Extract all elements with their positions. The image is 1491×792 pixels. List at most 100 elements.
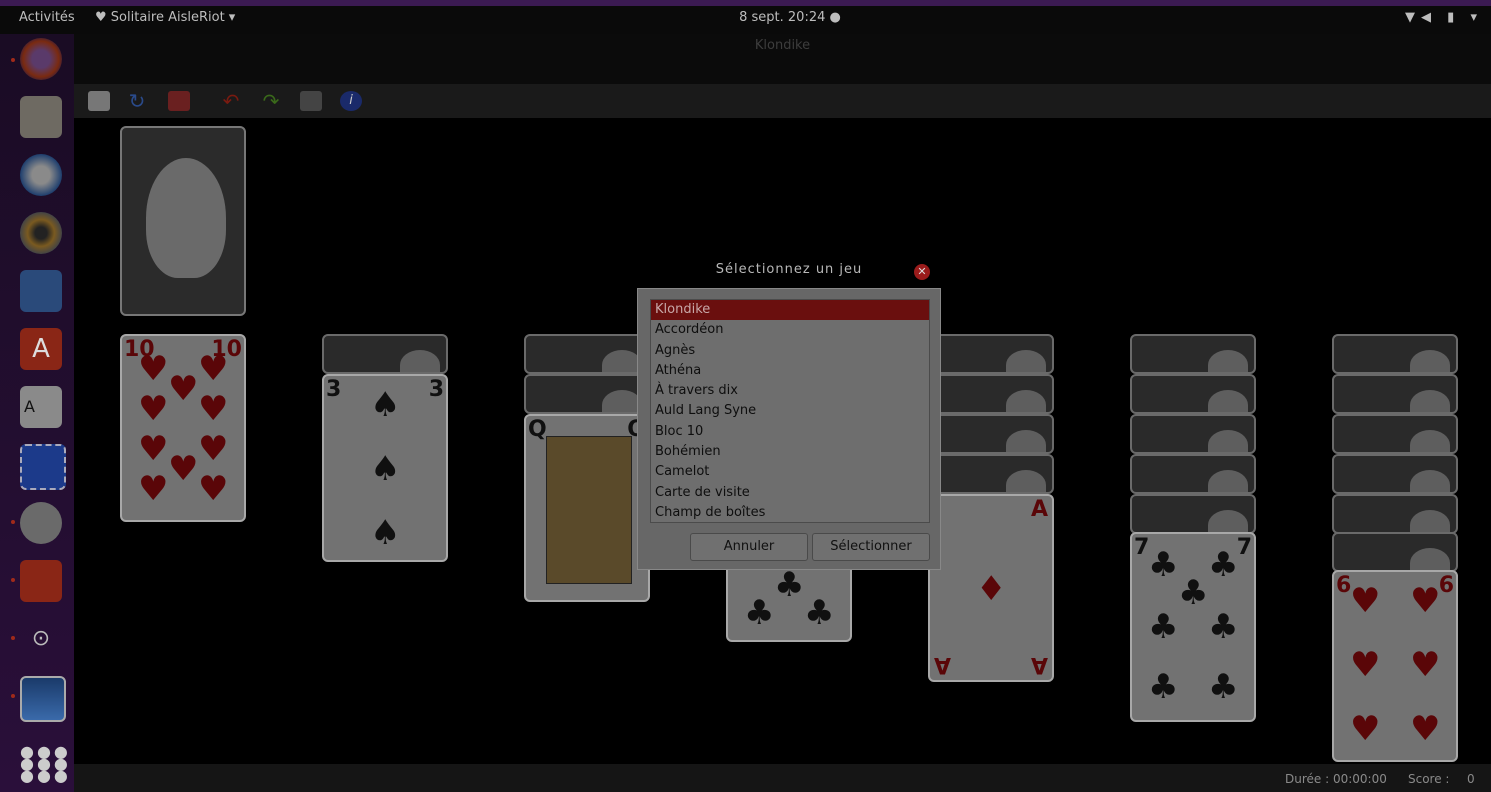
spade-icon: ♠ <box>370 449 401 489</box>
presentation-icon[interactable] <box>20 560 62 602</box>
restart-icon[interactable]: ↻ <box>126 91 148 111</box>
running-indicator <box>11 578 15 582</box>
window-title: Klondike <box>74 34 1491 84</box>
club-icon: ♣ <box>1208 667 1239 707</box>
top-bar: Activités ♥ Solitaire AisleRiot ▾ 8 sept… <box>0 0 1491 34</box>
files-icon[interactable] <box>20 96 62 138</box>
card-rank: A <box>1030 497 1048 522</box>
card-back <box>1130 494 1256 534</box>
select-game-dialog: Klondike Accordéon Agnès Athéna À travers di… <box>637 288 941 570</box>
card-back <box>1332 532 1458 572</box>
diamond-icon: ♦ <box>976 569 1007 609</box>
writer-icon[interactable] <box>20 270 62 312</box>
card-rank: A <box>934 652 952 677</box>
club-icon: ♣ <box>1208 545 1239 585</box>
game-list-item[interactable]: Athéna <box>651 361 929 381</box>
duration-label: Durée : 00:00:00 <box>1285 772 1387 786</box>
tableau-card[interactable]: A ♦ A A <box>928 494 1054 682</box>
game-list-item[interactable]: Auld Lang Syne <box>651 401 929 421</box>
select-button[interactable]: Sélectionner <box>812 533 930 561</box>
thunderbird-icon[interactable] <box>20 154 62 196</box>
info-icon[interactable]: i <box>340 91 362 111</box>
hint-icon[interactable] <box>300 91 322 111</box>
heart-icon: ♥ <box>138 469 169 509</box>
tableau-card[interactable]: 3 3 ♠ ♠ ♠ <box>322 374 448 562</box>
redo-icon[interactable]: ↷ <box>260 91 282 111</box>
heart-icon: ♥ <box>168 369 199 409</box>
tableau-card[interactable]: 6 6 ♥ ♥ ♥ ♥ ♥ ♥ <box>1332 570 1458 762</box>
card-back <box>1130 414 1256 454</box>
club-icon: ♣ <box>774 565 805 605</box>
rhythmbox-icon[interactable] <box>20 212 62 254</box>
clock[interactable]: 8 sept. 20:24 ● <box>0 10 1491 25</box>
heart-icon: ♥ <box>1350 645 1381 685</box>
card-rank: 3 <box>428 377 444 402</box>
tableau-card[interactable]: Q Q <box>524 414 650 602</box>
new-game-icon[interactable] <box>88 91 110 111</box>
spade-icon: ♠ <box>370 513 401 553</box>
heart-icon: ♥ <box>1350 581 1381 621</box>
running-indicator <box>11 694 15 698</box>
undo-icon[interactable]: ↶ <box>220 91 242 111</box>
dock: A A ⊙ ●●● ●●● ●●● <box>0 34 74 792</box>
heart-icon: ♥ <box>198 469 229 509</box>
game-list-item[interactable]: Camelot <box>651 462 929 482</box>
heart-icon: ♥ <box>198 389 229 429</box>
card-back <box>1332 454 1458 494</box>
software-center-icon[interactable]: A <box>20 328 62 370</box>
card-back <box>928 414 1054 454</box>
text-editor-icon[interactable]: A <box>20 386 62 428</box>
score-label: Score : <box>1408 772 1450 786</box>
game-list-item[interactable]: À travers dix <box>651 381 929 401</box>
heart-icon: ♥ <box>138 349 169 389</box>
card-rank: 7 <box>1236 535 1252 560</box>
magnifier-icon[interactable] <box>20 502 62 544</box>
card-back <box>1332 374 1458 414</box>
club-icon: ♣ <box>744 593 775 633</box>
card-back <box>322 334 448 374</box>
tableau-card[interactable]: 7 7 ♣ ♣ ♣ ♣ ♣ ♣ ♣ <box>1130 532 1256 722</box>
queen-portrait <box>546 436 632 584</box>
game-list-item[interactable]: Bloc 10 <box>651 422 929 442</box>
heart-icon: ♥ <box>138 429 169 469</box>
score-value: 0 <box>1467 772 1475 786</box>
game-list[interactable]: Klondike Accordéon Agnès Athéna À travers di… <box>650 299 930 523</box>
card-back <box>524 374 650 414</box>
card-back <box>928 334 1054 374</box>
heart-icon: ♥ <box>198 349 229 389</box>
select-game-icon[interactable] <box>168 91 190 111</box>
card-rank: Q <box>528 417 547 442</box>
firefox-icon[interactable] <box>20 38 62 80</box>
card-rank: 6 <box>1438 573 1454 598</box>
running-indicator <box>11 520 15 524</box>
game-list-item[interactable]: Champ de boîtes <box>651 503 929 522</box>
game-list-item[interactable]: Agnès <box>651 341 929 361</box>
game-list-item[interactable]: Accordéon <box>651 320 929 340</box>
stock-pile[interactable] <box>120 126 246 316</box>
system-tray[interactable]: ▼◀ ▮ ▾ <box>1405 10 1483 25</box>
maps-pin-icon[interactable]: ⊙ <box>20 618 62 660</box>
cancel-button[interactable]: Annuler <box>690 533 808 561</box>
club-icon: ♣ <box>804 593 835 633</box>
screenshot-icon[interactable] <box>20 444 66 490</box>
card-back <box>928 374 1054 414</box>
game-list-item[interactable]: Klondike <box>651 300 929 321</box>
running-indicator <box>11 636 15 640</box>
close-icon[interactable]: ✕ <box>914 264 930 280</box>
status-bar: Durée : 00:00:00 Score : 0 <box>74 764 1491 792</box>
card-back <box>1332 414 1458 454</box>
toolbar: ↻ ↶ ↷ i <box>74 84 1491 119</box>
dialog-title: Sélectionnez un jeu <box>715 262 863 277</box>
heart-icon: ♥ <box>168 449 199 489</box>
waste-card[interactable]: 10 10 ♥ ♥ ♥ ♥ ♥ ♥ ♥ ♥ ♥ ♥ <box>120 334 246 522</box>
spade-icon: ♠ <box>370 385 401 425</box>
heart-icon: ♥ <box>138 389 169 429</box>
image-viewer-icon[interactable] <box>20 676 66 722</box>
game-list-item[interactable]: Bohémien <box>651 442 929 462</box>
game-list-item[interactable]: Carte de visite <box>651 483 929 503</box>
card-back <box>1332 494 1458 534</box>
club-icon: ♣ <box>1178 573 1209 613</box>
app-grid-icon[interactable]: ●●● ●●● ●●● <box>20 744 68 788</box>
heart-icon: ♥ <box>1410 709 1441 749</box>
heart-icon: ♥ <box>1350 709 1381 749</box>
